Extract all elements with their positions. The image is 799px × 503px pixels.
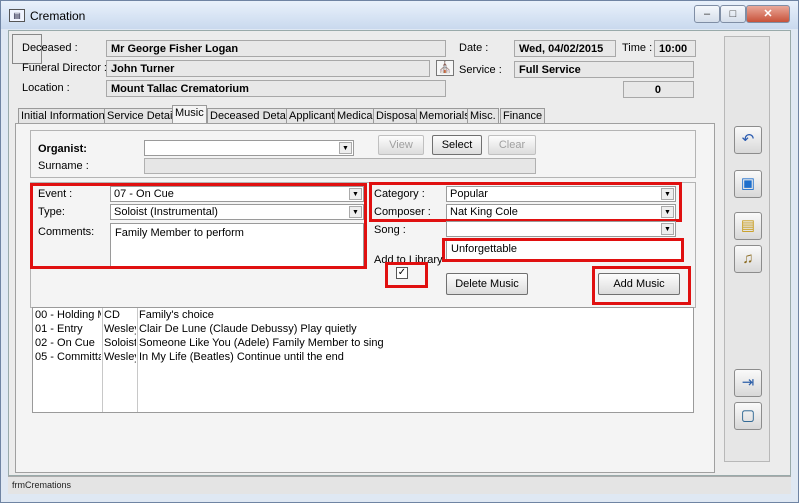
undo-icon: ↶ — [741, 131, 755, 148]
undo-button[interactable]: ↶ — [734, 126, 762, 154]
chevron-down-icon[interactable]: ▼ — [661, 223, 674, 235]
list-item-detail: Family's choice — [139, 309, 214, 321]
tab-disposal[interactable]: Disposal — [373, 108, 422, 124]
funeral-director-label: Funeral Director : — [22, 62, 107, 74]
list-item[interactable]: 02 - On Cue Soloist Someone Like You (Ad… — [33, 337, 693, 351]
highlight-box-category — [369, 182, 682, 222]
list-item-type: Wesley — [104, 323, 136, 335]
list-item-type: Wesley — [104, 351, 136, 363]
list-item-detail: In My Life (Beatles) Continue until the … — [139, 351, 344, 363]
list-item[interactable]: 01 - Entry Wesley Clair De Lune (Claude … — [33, 323, 693, 337]
deceased-label: Deceased : — [22, 42, 78, 54]
highlight-box-event — [30, 183, 367, 269]
preview-button[interactable]: ▢ — [734, 402, 762, 430]
building-icon[interactable]: ⛪ — [436, 60, 454, 76]
organist-combo[interactable]: ▼ — [144, 140, 354, 156]
surname-field — [144, 158, 536, 174]
close-button[interactable]: ✕ — [746, 5, 790, 23]
play-music-button[interactable]: ♫ — [734, 245, 762, 273]
tab-applicant[interactable]: Applicant — [286, 108, 338, 124]
count-field[interactable]: 0 — [623, 81, 694, 98]
view-button[interactable]: View — [378, 135, 424, 155]
list-item-detail: Someone Like You (Adele) Family Member t… — [139, 337, 384, 349]
organist-label: Organist: — [38, 143, 87, 155]
date-label: Date : — [459, 42, 489, 54]
highlight-box-add-music — [592, 266, 691, 305]
minimize-button[interactable]: – — [694, 5, 720, 23]
service-label: Service : — [459, 64, 502, 76]
list-item-type: CD — [104, 309, 120, 321]
list-item-type: Soloist — [104, 337, 136, 349]
song-combo[interactable]: ▼ — [446, 221, 676, 237]
song-label: Song : — [374, 224, 406, 236]
save-icon: ▣ — [740, 175, 756, 192]
delete-music-button[interactable]: Delete Music — [446, 273, 528, 295]
tab-finance[interactable]: Finance — [500, 108, 546, 124]
tab-memorials[interactable]: Memorials — [416, 108, 473, 124]
list-item-event: 02 - On Cue — [35, 337, 95, 349]
list-item[interactable]: 05 - Committal Wesley In My Life (Beatle… — [33, 351, 693, 365]
exit-button[interactable]: ⇥ — [734, 369, 762, 397]
highlight-box-song — [442, 238, 684, 262]
tab-misc[interactable]: Misc. — [467, 108, 499, 124]
folder-icon: ▤ — [740, 217, 756, 234]
date-field[interactable]: Wed, 04/02/2015 — [514, 40, 616, 57]
open-folder-button[interactable]: ▤ — [734, 212, 762, 240]
clear-button[interactable]: Clear — [488, 135, 536, 155]
tab-initial-information[interactable]: Initial Information — [18, 108, 108, 124]
funeral-director-field[interactable]: John Turner — [106, 60, 430, 77]
list-item-event: 01 - Entry — [35, 323, 83, 335]
status-bar: frmCremations — [8, 476, 791, 494]
time-field[interactable]: 10:00 — [654, 40, 696, 57]
select-button[interactable]: Select — [432, 135, 482, 155]
maximize-button[interactable]: □ — [720, 5, 746, 23]
form-icon: ▤ — [9, 9, 25, 22]
time-label: Time : — [622, 42, 653, 54]
tab-music[interactable]: Music — [172, 105, 207, 125]
list-item-detail: Clair De Lune (Claude Debussy) Play quie… — [139, 323, 357, 335]
title-bar[interactable] — [1, 1, 798, 29]
surname-label: Surname : — [38, 160, 89, 172]
preview-icon: ▢ — [740, 407, 756, 424]
location-label: Location : — [22, 82, 70, 94]
highlight-box-library — [385, 262, 428, 288]
music-list[interactable]: 00 - Holding M CD Family's choice 01 - E… — [32, 307, 694, 413]
save-button[interactable]: ▣ — [734, 170, 762, 198]
chevron-down-icon[interactable]: ▼ — [339, 142, 352, 154]
location-field[interactable]: Mount Tallac Crematorium — [106, 80, 446, 97]
deceased-field[interactable]: Mr George Fisher Logan — [106, 40, 446, 57]
service-field[interactable]: Full Service — [514, 61, 694, 78]
speaker-icon: ♫ — [742, 250, 754, 267]
tab-medical[interactable]: Medical — [334, 108, 378, 124]
list-item[interactable]: 00 - Holding M CD Family's choice — [33, 309, 693, 323]
window-title: Cremation — [30, 9, 86, 23]
list-item-event: 00 - Holding M — [35, 309, 101, 321]
list-item-event: 05 - Committal — [35, 351, 101, 363]
exit-door-icon: ⇥ — [741, 374, 755, 391]
